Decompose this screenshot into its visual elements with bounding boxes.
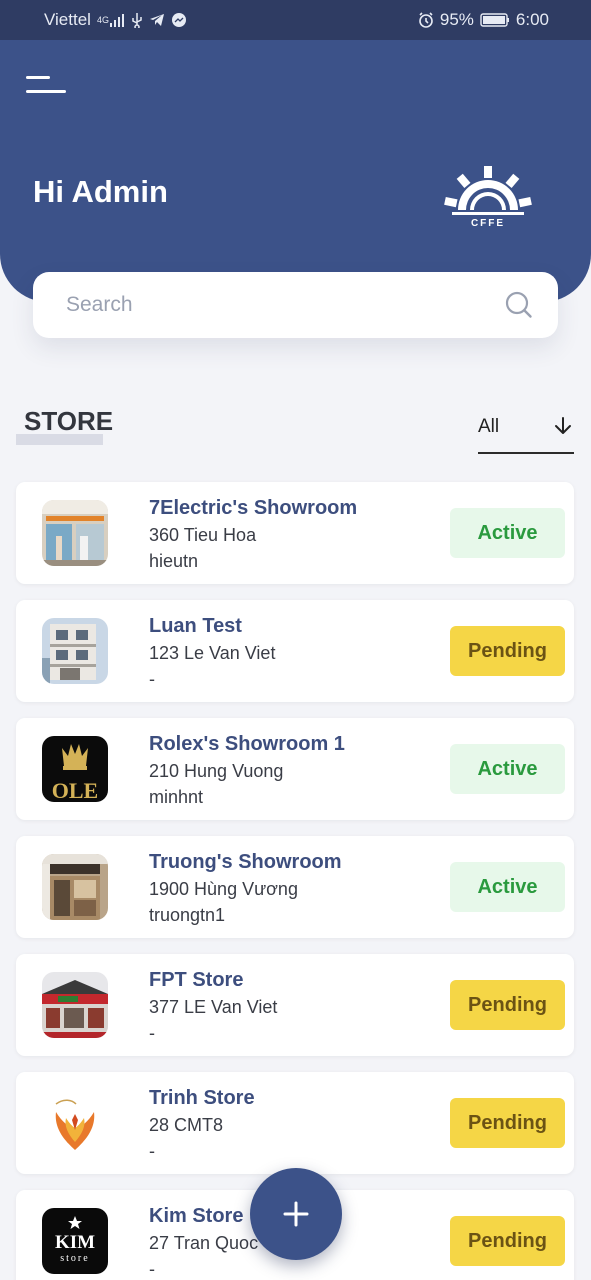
store-card[interactable]: Truong's Showroom 1900 Hùng Vương truong… [16,836,574,938]
battery-percent: 95% [439,10,474,29]
store-name: 7Electric's Showroom [149,497,358,519]
logo-text: CFFE [470,218,506,229]
store-owner: - [149,669,155,689]
store-card[interactable]: 7Electric's Showroom 360 Tieu Hoa hieutn… [16,482,574,584]
store-address: 210 Hung Vuong [149,761,284,781]
network-type: 4G [96,15,109,25]
clock-time: 6:00 [515,10,549,29]
store-name: Rolex's Showroom 1 [149,733,345,755]
store-thumbnail: OLE [42,736,108,802]
menu-icon-line [26,90,66,93]
store-card[interactable]: Trinh Store 28 CMT8 - Pending [16,1072,574,1174]
store-thumbnail [42,618,108,684]
status-badge: Pending [450,626,565,676]
usb-icon [131,12,143,28]
store-card[interactable]: Luan Test 123 Le Van Viet - Pending [16,600,574,702]
store-address: 360 Tieu Hoa [149,525,257,545]
store-thumbnail [42,1090,108,1156]
status-badge: Active [450,744,565,794]
status-badge: Pending [450,1098,565,1148]
store-name: Kim Store [149,1205,244,1227]
status-filter-dropdown[interactable]: All [478,410,574,454]
store-card[interactable]: OLE Rolex's Showroom 1 210 Hung Vuong mi… [16,718,574,820]
carrier-name: Viettel [44,10,91,29]
menu-icon [26,76,50,79]
filter-selected-value: All [478,416,500,437]
battery-icon [480,13,510,27]
store-owner: truongtn1 [149,905,226,925]
store-thumbnail [42,854,108,920]
alarm-icon [418,12,434,28]
add-store-button[interactable] [250,1168,342,1260]
plus-icon [283,1201,309,1227]
store-owner: minhnt [149,787,204,807]
store-card[interactable]: FPT Store 377 LE Van Viet - Pending [16,954,574,1056]
store-address: 27 Tran Quoc [149,1233,259,1253]
store-thumbnail: KIM store [42,1208,108,1274]
store-list: 7Electric's Showroom 360 Tieu Hoa hieutn… [16,482,574,1280]
store-owner: - [149,1023,155,1043]
store-address: 28 CMT8 [149,1115,224,1135]
store-thumbnail [42,972,108,1038]
search-input[interactable] [66,293,504,317]
status-left: Viettel 4G [44,10,187,30]
store-address: 377 LE Van Viet [149,997,278,1017]
store-owner: hieutn [149,551,199,571]
rolex-thumb-text: OLE [52,778,98,802]
status-badge: Active [450,508,565,558]
search-bar [33,272,558,338]
store-thumbnail [42,500,108,566]
signal-icon: 4G [97,13,125,27]
store-owner: - [149,1141,155,1161]
status-right: 95% 6:00 [418,10,549,30]
status-bar: Viettel 4G 95% 6:00 [0,0,591,40]
store-name: Truong's Showroom [149,851,342,873]
kim-thumb-text: KIM [55,1232,95,1253]
store-name: FPT Store [149,969,244,991]
kim-thumb-subtext: store [60,1253,89,1264]
search-icon[interactable] [504,290,534,320]
store-name: Luan Test [149,615,242,637]
store-name: Trinh Store [149,1087,255,1109]
status-badge: Pending [450,980,565,1030]
telegram-icon [149,13,165,27]
store-address: 123 Le Van Viet [149,643,276,663]
arrow-down-icon [554,416,574,441]
store-owner: - [149,1259,155,1279]
menu-button[interactable] [26,72,68,98]
store-address: 1900 Hùng Vương [149,879,298,899]
messenger-icon [171,12,187,28]
greeting-text: Hi Admin [33,174,168,209]
section-title: STORE [24,406,114,436]
status-badge: Pending [450,1216,565,1266]
status-badge: Active [450,862,565,912]
